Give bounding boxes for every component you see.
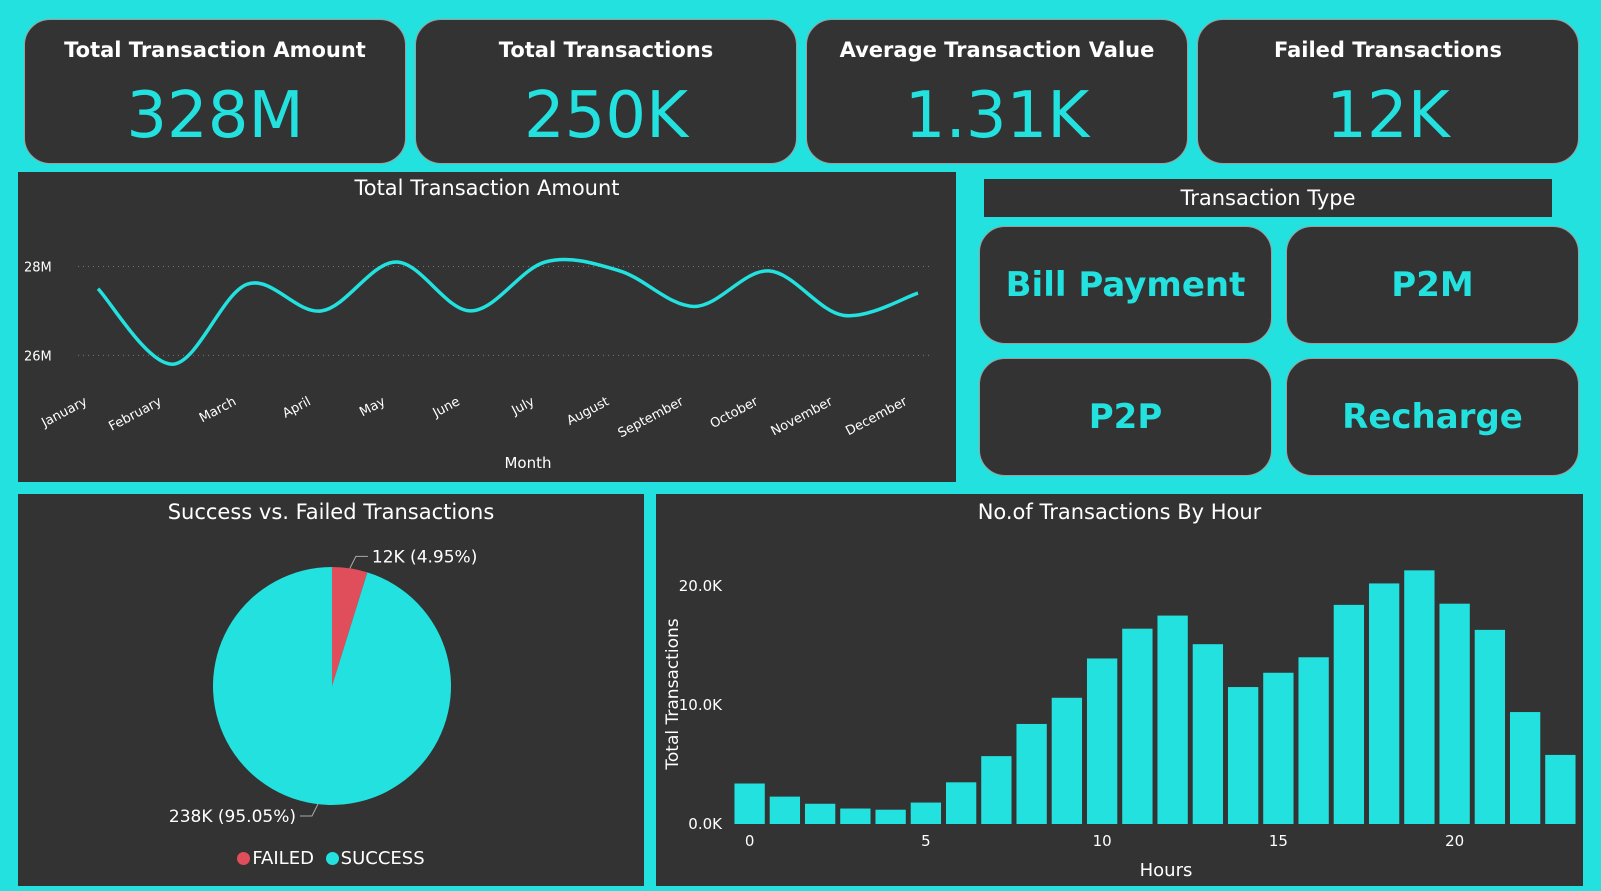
legend-success-dot <box>325 852 339 865</box>
hour-bar <box>1051 697 1083 824</box>
x-tick-label: September <box>616 394 687 441</box>
hour-bar <box>1227 687 1259 824</box>
kpi-value: 250K <box>523 79 689 153</box>
bar-chart-svg: 0.0K 10.0K 20.0K 0 5 10 15 20 Hours Total Transac… <box>663 570 1576 881</box>
hour-bar <box>1298 657 1329 824</box>
hour-bar <box>1333 604 1365 824</box>
label-leader-success <box>300 803 319 817</box>
pie-chart-panel: Success vs. Failed Transactions 12K (4.9… <box>18 494 644 886</box>
y-tick-label: 26M <box>24 349 52 364</box>
y-axis-label: Total Transactions <box>663 618 683 770</box>
hour-bar <box>981 756 1012 824</box>
hour-bar <box>910 802 942 824</box>
hour-bar <box>875 809 906 824</box>
hour-bar <box>1016 723 1047 824</box>
kpi-label: Total Transactions <box>498 38 714 62</box>
x-tick-label: 0 <box>745 832 755 850</box>
hour-bar <box>840 808 871 824</box>
hour-bar <box>804 803 836 824</box>
kpi-value: 12K <box>1326 79 1450 153</box>
y-tick-label: 20.0K <box>679 577 723 595</box>
kpi-value: 1.31K <box>904 79 1090 153</box>
hour-bar <box>1263 672 1294 824</box>
hour-bar <box>1192 644 1224 824</box>
x-tick-label: May <box>357 394 388 420</box>
kpi-value: 328M <box>126 79 304 153</box>
hour-bar <box>1509 712 1541 824</box>
x-tick-label: 15 <box>1269 832 1288 850</box>
hour-bar <box>1368 583 1400 824</box>
label-leader-failed <box>349 555 368 569</box>
hour-bar <box>1157 615 1188 824</box>
kpi-label: Total Transaction Amount <box>64 38 366 62</box>
legend-failed-label: FAILED <box>252 848 314 869</box>
x-tick-label: 10 <box>1093 832 1112 850</box>
hour-bar <box>734 783 765 824</box>
x-tick-label: 20 <box>1445 832 1464 850</box>
legend-failed-dot <box>237 852 251 865</box>
x-tick-label: November <box>769 394 836 439</box>
y-tick-label: 0.0K <box>688 815 723 833</box>
hour-bar <box>1122 628 1153 824</box>
pie-chart-svg: 12K (4.95%) 238K (95.05%) <box>169 547 477 827</box>
type-tile-p2p[interactable]: P2P <box>979 358 1272 476</box>
kpi-card-total-amount: Total Transaction Amount 328M <box>24 19 406 164</box>
x-tick-label: June <box>430 394 463 421</box>
kpi-card-failed-transactions: Failed Transactions 12K <box>1197 19 1579 164</box>
kpi-card-total-transactions: Total Transactions 250K <box>415 19 797 164</box>
x-axis-label: Hours <box>1140 860 1193 881</box>
type-tile-bill-payment[interactable]: Bill Payment <box>979 226 1272 344</box>
x-tick-label: August <box>564 394 611 429</box>
x-tick-label: April <box>280 394 313 421</box>
line-chart-panel: Total Transaction Amount 26M 28M January Fe… <box>18 172 956 482</box>
pie-label-failed: 12K (4.95%) <box>372 547 477 567</box>
kpi-label: Average Transaction Value <box>839 38 1155 62</box>
transaction-type-header: Transaction Type <box>984 179 1552 217</box>
legend-success-label: SUCCESS <box>340 848 425 869</box>
type-tile-p2m[interactable]: P2M <box>1286 226 1579 344</box>
y-tick-label: 10.0K <box>679 696 723 714</box>
x-tick-label: December <box>843 394 910 439</box>
kpi-card-average-value: Average Transaction Value 1.31K <box>806 19 1188 164</box>
hour-bar <box>945 782 977 824</box>
kpi-label: Failed Transactions <box>1274 38 1502 62</box>
x-axis-label: Month <box>504 454 551 472</box>
hour-bar <box>1474 629 1506 824</box>
x-tick-label: October <box>708 394 762 432</box>
bar-chart-panel: No.of Transactions By Hour 0.0K 10.0K 20.0… <box>656 494 1583 886</box>
x-tick-label: July <box>509 394 538 419</box>
y-tick-label: 28M <box>24 260 52 275</box>
pie-label-success: 238K (95.05%) <box>169 807 296 827</box>
line-chart-svg: 26M 28M January February March April May June Ju… <box>24 257 933 472</box>
hour-bar <box>769 796 801 824</box>
x-tick-label: March <box>197 394 239 426</box>
x-tick-label: February <box>107 394 165 434</box>
hour-bar <box>1545 754 1576 824</box>
hour-bar <box>1086 658 1118 824</box>
amount-line <box>96 257 919 366</box>
hour-bar <box>1439 603 1470 824</box>
hour-bar <box>1404 570 1435 824</box>
x-tick-label: 5 <box>921 832 931 850</box>
type-tile-recharge[interactable]: Recharge <box>1286 358 1579 476</box>
x-tick-label: January <box>38 394 90 431</box>
pie-legend: FAILED SUCCESS <box>18 848 644 869</box>
